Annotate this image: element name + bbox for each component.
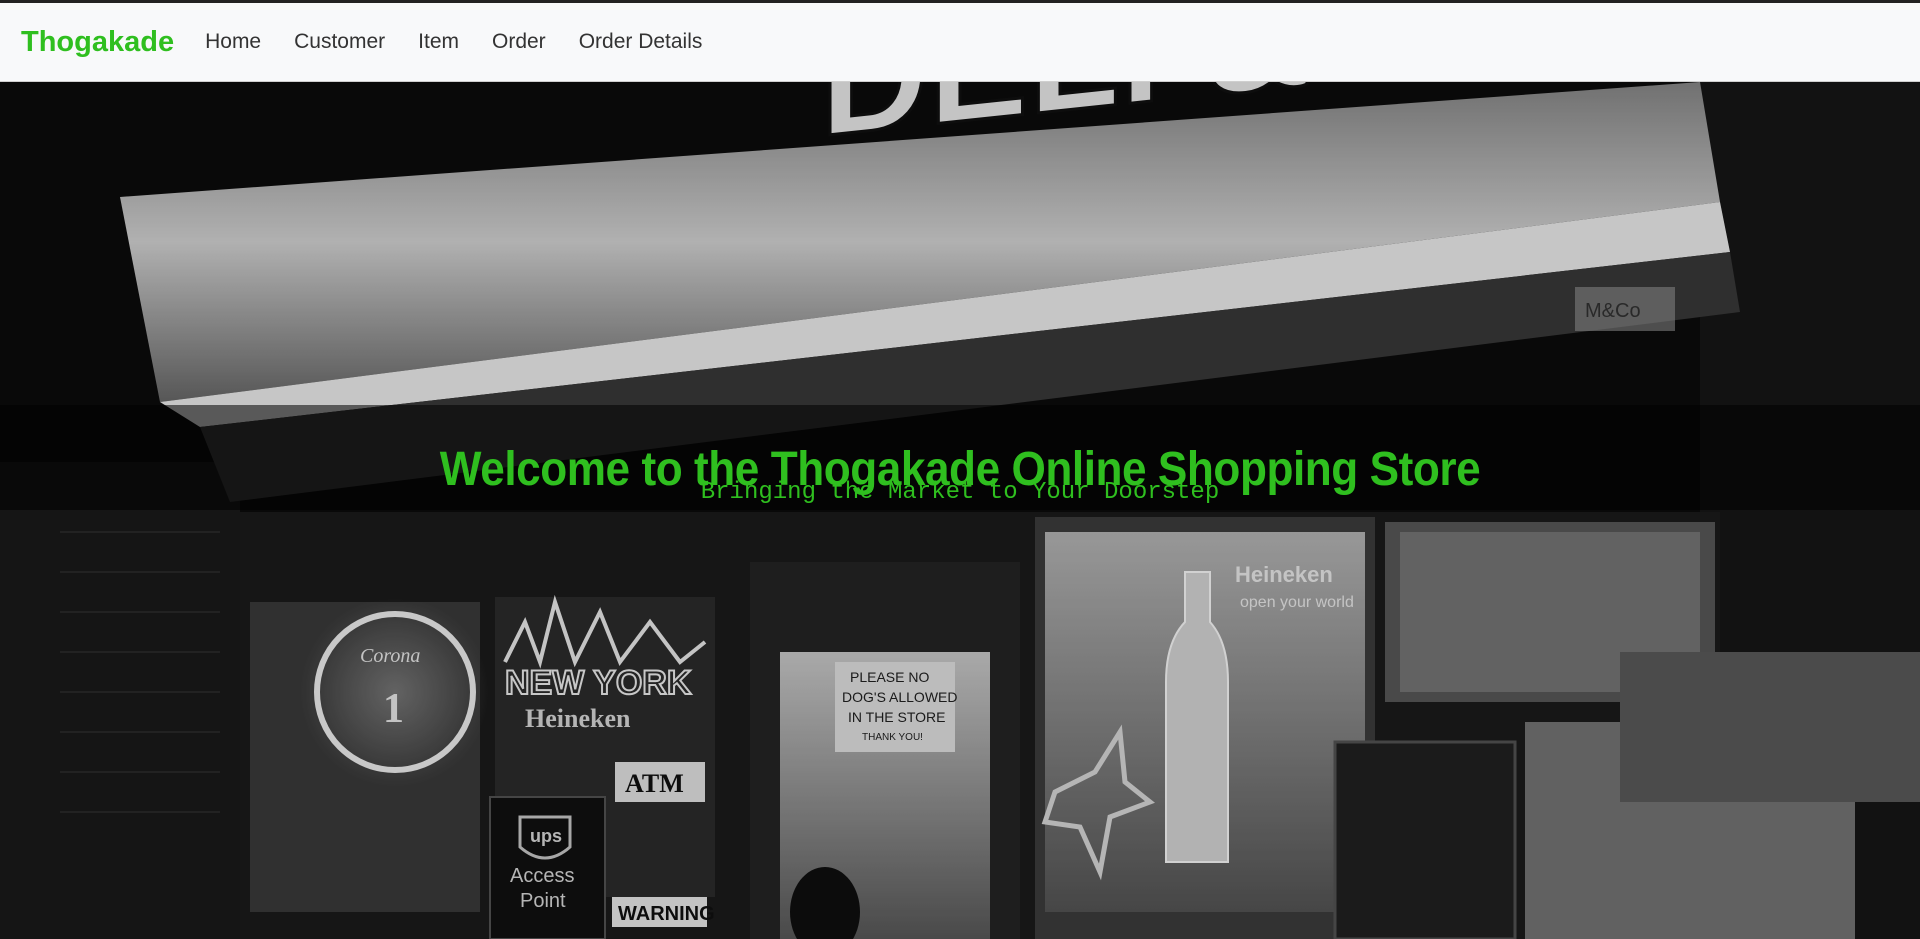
top-navbar: Thogakade Home Customer Item Order Order… [0, 0, 1920, 82]
hero-section: DELI & GROCERY M&Co Corona 1 NEW YORK He… [0, 82, 1920, 939]
brand-logo-link[interactable]: Thogakade [21, 26, 174, 59]
nav-link-item[interactable]: Item [418, 30, 459, 54]
nav-link-customer[interactable]: Customer [294, 30, 385, 54]
nav-links: Home Customer Item Order Order Details [205, 30, 735, 54]
nav-link-home[interactable]: Home [205, 30, 261, 54]
hero-subtitle: Bringing the Market to Your Doorstep [700, 479, 1220, 506]
nav-link-order[interactable]: Order [492, 30, 546, 54]
hero-background-photo: DELI & GROCERY M&Co Corona 1 NEW YORK He… [0, 82, 1920, 939]
nav-link-order-details[interactable]: Order Details [579, 30, 703, 54]
